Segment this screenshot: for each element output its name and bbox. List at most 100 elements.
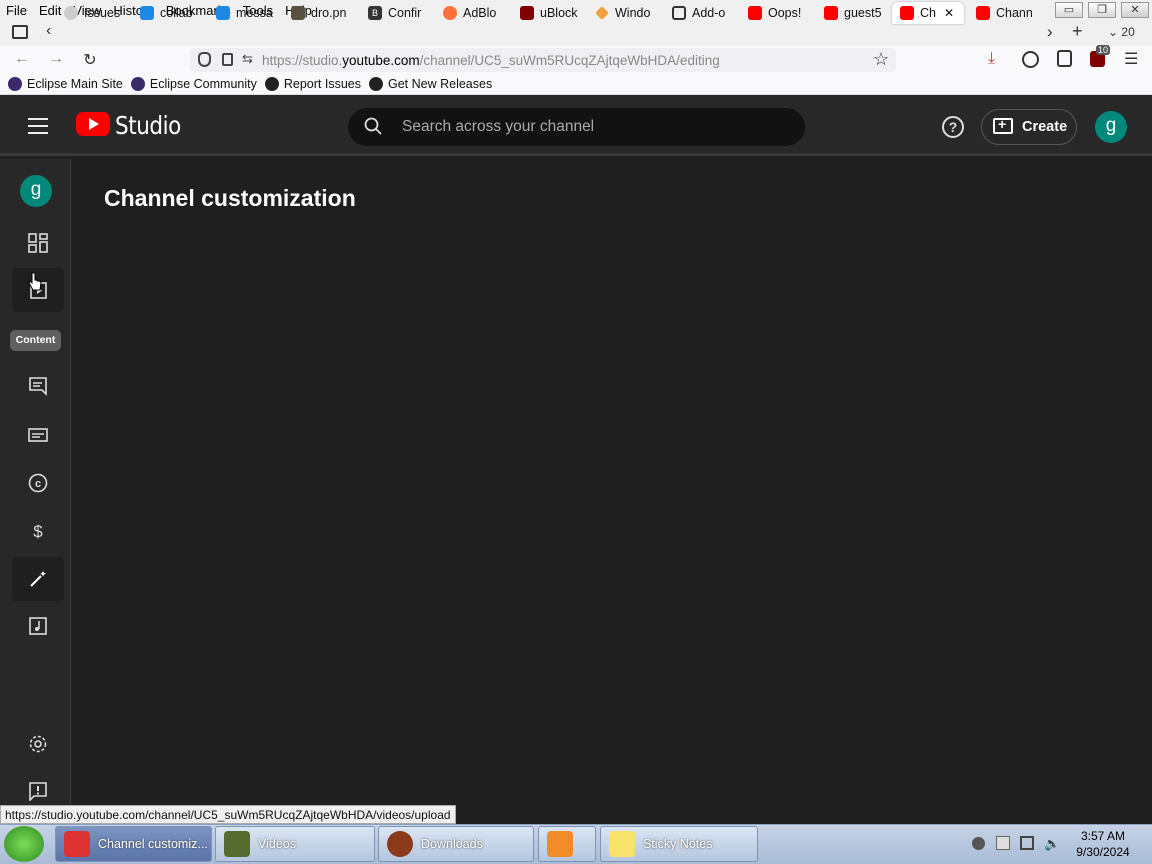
start-button-alien-icon[interactable]: [4, 826, 44, 862]
github-icon: [264, 76, 279, 91]
clock[interactable]: 3:57 AM 9/30/2024: [1070, 828, 1136, 860]
account-avatar[interactable]: g: [1095, 111, 1127, 143]
youtube-logo-icon[interactable]: [76, 112, 110, 136]
extensions-icon[interactable]: [1057, 50, 1072, 67]
firefox-window-icon: [64, 831, 90, 857]
dashboard-icon: [28, 233, 48, 253]
sidebar-item-dashboard[interactable]: [12, 221, 64, 265]
url-bar[interactable]: ⇆ https://studio. youtube.com/channel/UC5…: [190, 48, 896, 72]
subtitles-icon: [28, 428, 48, 442]
earn-dollar-icon: $: [33, 522, 43, 541]
url-prefix: https://studio.: [262, 52, 343, 68]
tab-guest[interactable]: guest5: [824, 2, 884, 24]
studio-logo-text[interactable]: Studio: [115, 111, 181, 140]
tab-windo[interactable]: Windo: [595, 2, 653, 24]
url-path: /channel/UC5_suWm5RUcqZAjtqeWbHDA/editin…: [419, 52, 720, 68]
b-icon: B: [368, 6, 382, 20]
close-tab-icon[interactable]: ✕: [944, 6, 954, 20]
new-tab-icon[interactable]: +: [1072, 21, 1083, 42]
content-tooltip: Content: [10, 330, 61, 351]
menu-edit[interactable]: Edit: [33, 3, 67, 18]
account-icon[interactable]: [1022, 51, 1039, 68]
minimize-button[interactable]: ▭: [1055, 2, 1083, 18]
tray-volume-muted-icon[interactable]: 🔈: [1044, 836, 1060, 852]
taskbar-videos[interactable]: Videos: [215, 826, 375, 862]
hand-cursor-icon: [28, 272, 42, 291]
sidebar-item-earn[interactable]: $: [12, 509, 64, 553]
hamburger-menu-icon[interactable]: [28, 118, 48, 134]
taskbar-channel-customization[interactable]: Channel customiz...: [55, 826, 212, 862]
magic-wand-icon: ✦: [30, 570, 47, 587]
app-menu-icon[interactable]: ☰: [1124, 49, 1138, 69]
page-title: Channel customization: [104, 185, 356, 211]
help-icon[interactable]: ?: [942, 116, 964, 138]
tab-scroll-left-icon[interactable]: ‹: [46, 22, 51, 40]
bookmarks-toolbar: Eclipse Main Site Eclipse Community Repo…: [0, 73, 1152, 95]
tab-confir[interactable]: B Confir: [368, 2, 426, 24]
tab-messa[interactable]: messa: [216, 2, 276, 24]
channel-avatar[interactable]: g: [20, 175, 52, 207]
folder-downloads-icon: [387, 831, 413, 857]
taskbar-media-player[interactable]: [538, 826, 596, 862]
bookmark-get-new-releases[interactable]: Get New Releases: [368, 76, 492, 91]
bookmark-star-icon[interactable]: ☆: [873, 49, 889, 70]
forward-icon[interactable]: →: [46, 50, 66, 68]
taskbar-sticky-notes[interactable]: Sticky Notes: [600, 826, 758, 862]
maximize-button[interactable]: ❐: [1088, 2, 1116, 18]
search-icon[interactable]: [364, 117, 382, 135]
sticky-notes-icon: [609, 831, 635, 857]
tab-adblock[interactable]: AdBlo: [443, 2, 501, 24]
tray-network-icon[interactable]: [1020, 836, 1034, 850]
shield-icon[interactable]: [198, 52, 211, 67]
github-icon: [368, 76, 383, 91]
sidebar-item-subtitles[interactable]: [12, 413, 64, 457]
back-icon[interactable]: ←: [12, 50, 32, 68]
youtube-icon: [824, 6, 838, 20]
settings-gear-icon: [29, 735, 47, 753]
search-input[interactable]: [402, 118, 782, 136]
doc-icon: [140, 6, 154, 20]
tab-chann[interactable]: Chann: [976, 2, 1036, 24]
youtube-studio-icon: [900, 6, 914, 20]
taskbar-downloads[interactable]: Downloads: [378, 826, 534, 862]
youtube-icon: [748, 6, 762, 20]
bookmark-report-issues[interactable]: Report Issues: [264, 76, 361, 91]
feedback-icon: [29, 782, 47, 801]
tab-addons[interactable]: Add-o: [672, 2, 730, 24]
tray-minus-icon[interactable]: [972, 837, 985, 850]
tab-collab[interactable]: collab: [140, 2, 200, 24]
tab-bar: ‹: [0, 21, 1152, 46]
tab-channel-customization[interactable]: Ch ✕: [892, 2, 964, 24]
sidebar-item-settings[interactable]: [12, 722, 64, 766]
tab-oops[interactable]: Oops!: [748, 2, 806, 24]
youtube-icon: [976, 6, 990, 20]
tab-dro[interactable]: dro.pn: [291, 2, 351, 24]
firefox-icon: [443, 6, 457, 20]
sidebar-item-customization[interactable]: ✦: [12, 557, 64, 601]
tab-overflow-button[interactable]: ⌄ 20: [1108, 25, 1135, 39]
tray-flag-icon[interactable]: [996, 836, 1010, 850]
sidebar-item-comments[interactable]: [12, 364, 64, 408]
ublock-icon: [520, 6, 534, 20]
github-icon: [64, 6, 78, 20]
svg-text:✦: ✦: [39, 570, 47, 580]
downloads-icon[interactable]: ⤓: [988, 50, 995, 68]
sidebar-item-copyright[interactable]: c: [12, 461, 64, 505]
sidebar-item-audio-library[interactable]: [12, 604, 64, 648]
svg-text:$: $: [33, 522, 43, 541]
puzzle-icon: [672, 6, 686, 20]
doc-icon: [216, 6, 230, 20]
tab-scroll-right-icon[interactable]: ›: [1047, 22, 1053, 42]
tab-issues[interactable]: Issues: [64, 2, 126, 24]
permissions-icon[interactable]: ⇆: [242, 51, 253, 67]
tab-list-icon[interactable]: [12, 25, 28, 39]
reload-icon[interactable]: ↻: [80, 50, 100, 70]
url-domain: youtube.com: [342, 52, 420, 68]
bookmark-eclipse-community[interactable]: Eclipse Community: [130, 76, 257, 91]
tab-ublock[interactable]: uBlock: [520, 2, 578, 24]
bookmark-eclipse-main[interactable]: Eclipse Main Site: [8, 76, 123, 91]
menu-file[interactable]: File: [0, 3, 33, 18]
close-window-button[interactable]: ✕: [1121, 2, 1149, 18]
folder-videos-icon: [224, 831, 250, 857]
lock-icon[interactable]: [222, 53, 233, 66]
